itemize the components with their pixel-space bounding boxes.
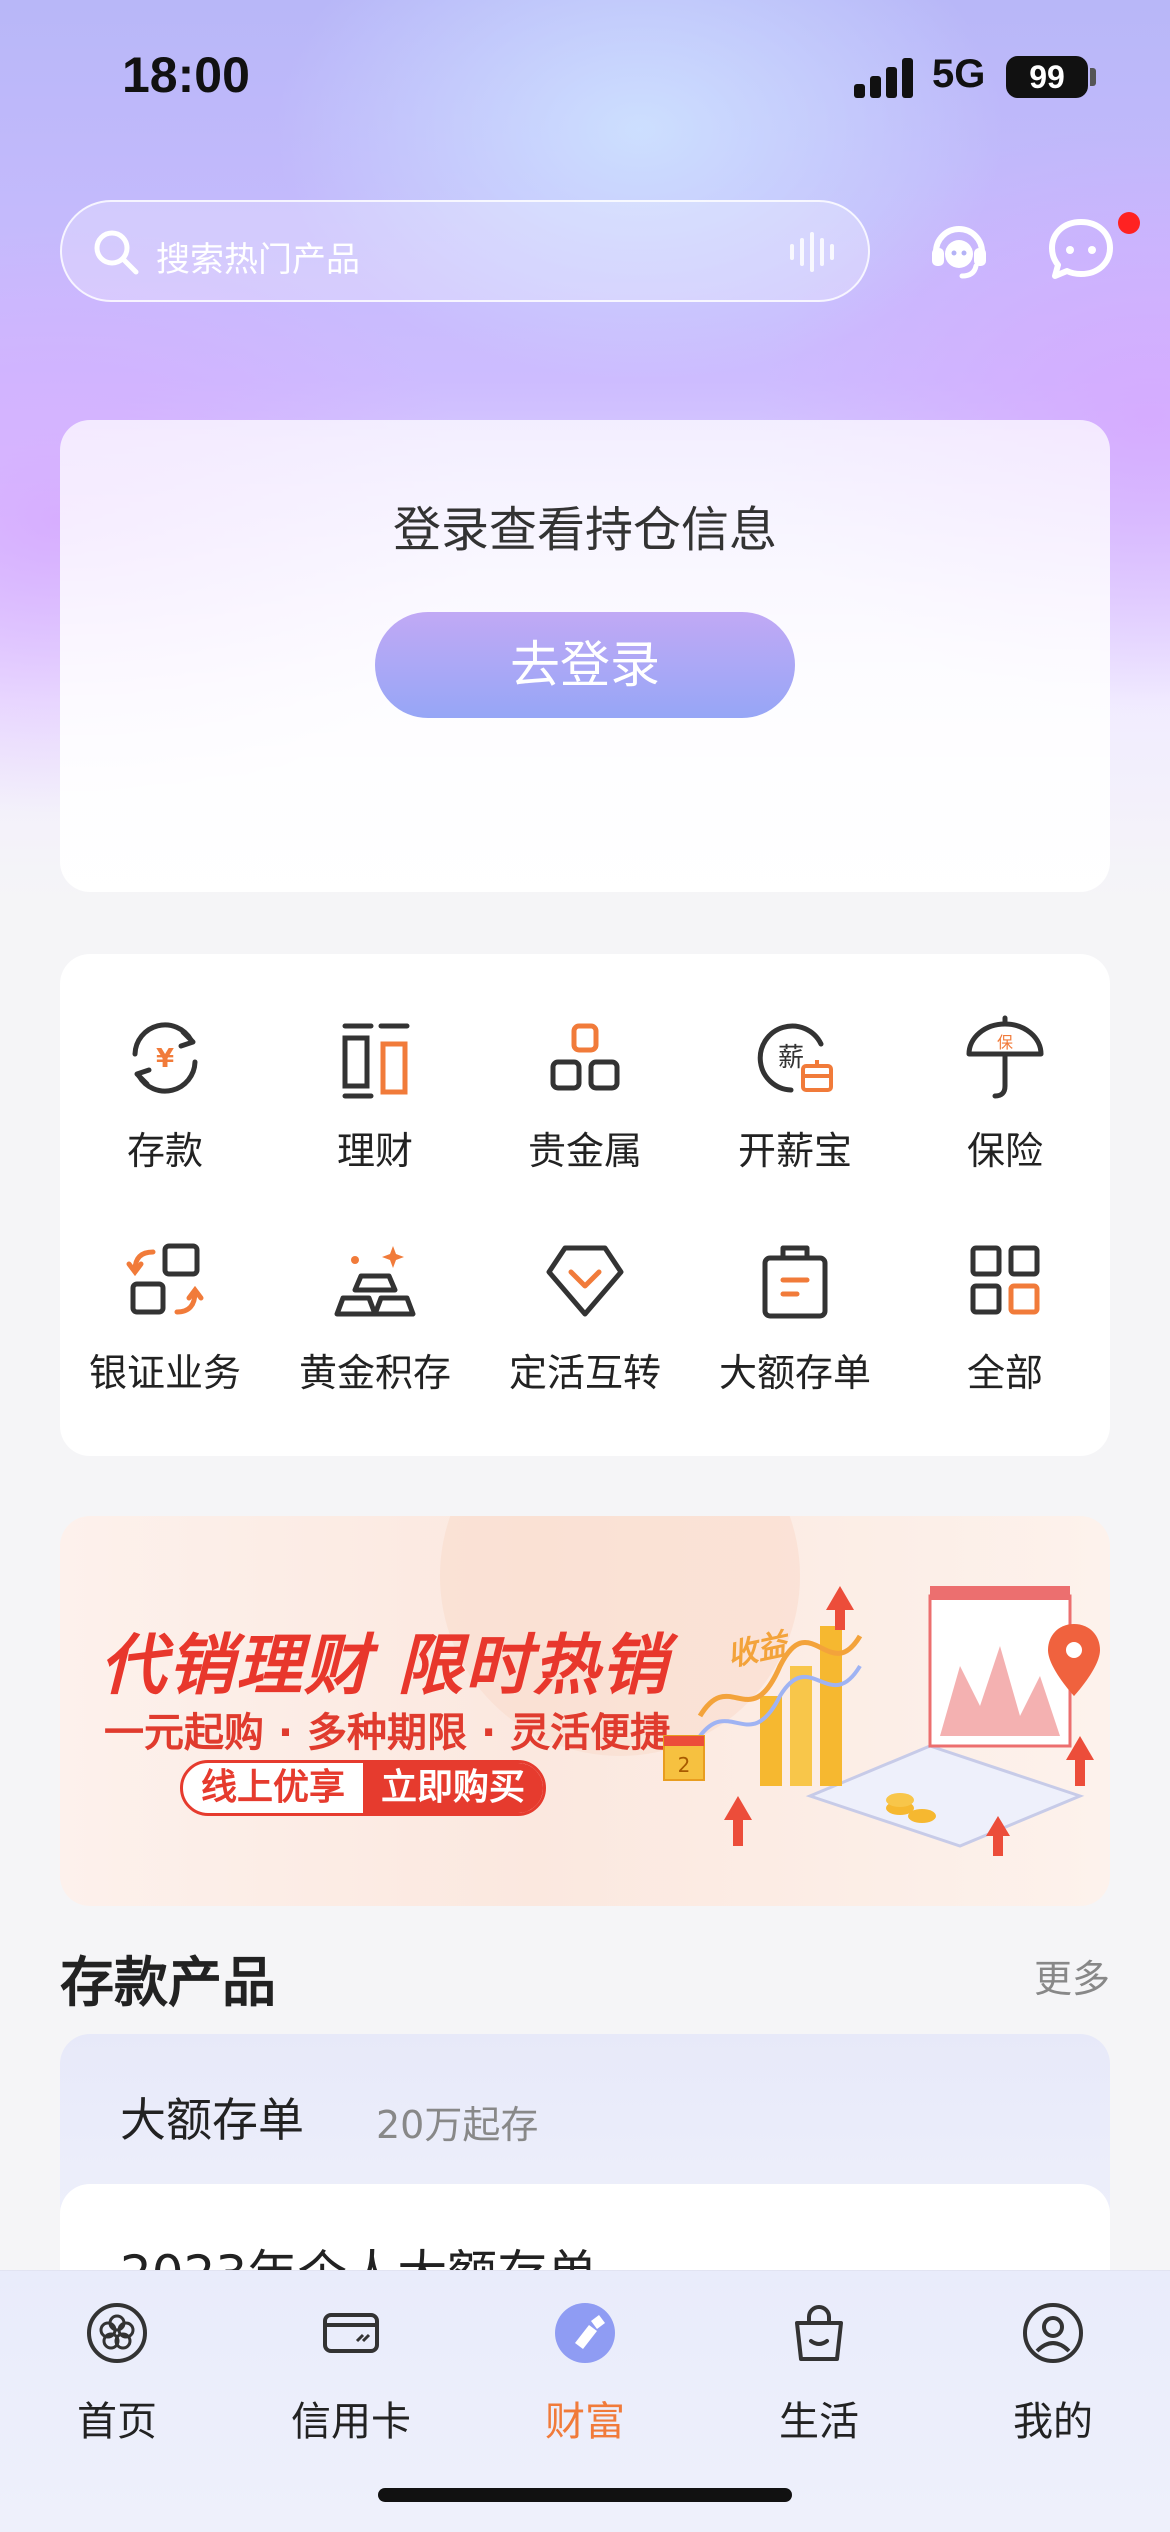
deposit-yuan-icon: ¥ — [132, 1022, 198, 1094]
customer-service-icon[interactable] — [924, 214, 994, 284]
menu-label: 开薪宝 — [737, 1129, 852, 1173]
menu-item-deposit[interactable]: ¥ 存款 — [60, 954, 270, 1173]
banner-subtitle: 一元起购 · 多种期限 · 灵活便捷 — [104, 1710, 671, 1756]
menu-item-salary-treasure[interactable]: 薪 开薪宝 — [690, 954, 900, 1173]
wealth-page: 18:00 5G 99 搜索热门产品 登录查看持仓信息 去登录 ¥ 存款 理财 … — [0, 0, 1170, 2532]
menu-label: 贵金属 — [527, 1129, 642, 1173]
menu-item-gold-savings[interactable]: 黄金积存 — [270, 1176, 480, 1395]
tab-label: 首页 — [77, 2399, 157, 2445]
precious-metal-icon — [550, 1023, 620, 1091]
more-link[interactable]: 更多 — [1034, 1948, 1110, 2003]
product-minimum-amount: 20万起存 — [376, 2103, 539, 2147]
banner-cta[interactable]: 线上优享 立即购买 — [180, 1760, 547, 1816]
menu-label: 银证业务 — [88, 1351, 241, 1395]
section-title: 存款产品 — [60, 1951, 276, 2014]
bank-securities-icon — [126, 1243, 204, 1315]
wealth-icon — [555, 2303, 615, 2363]
menu-label: 理财 — [336, 1129, 413, 1173]
home-indicator[interactable] — [378, 2488, 792, 2502]
wealth-bars-icon — [342, 1023, 410, 1099]
menu-item-insurance[interactable]: 保 保险 — [900, 954, 1110, 1173]
large-deposit-icon — [762, 1245, 828, 1319]
tab-label: 我的 — [1013, 2399, 1093, 2445]
tab-life[interactable]: 生活 — [702, 2301, 936, 2461]
all-grid-icon — [970, 1245, 1040, 1315]
battery-cap — [1090, 68, 1096, 86]
menu-label: 保险 — [966, 1129, 1043, 1173]
banner-tag-online: 线上优享 — [201, 1767, 346, 1808]
battery-icon: 99 — [1006, 56, 1088, 98]
voice-input-icon[interactable] — [788, 232, 840, 272]
menu-item-precious-metal[interactable]: 贵金属 — [480, 954, 690, 1173]
fixed-current-transfer-icon — [546, 1245, 624, 1317]
menu-item-fixed-current-transfer[interactable]: 定活互转 — [480, 1176, 690, 1395]
message-icon[interactable] — [1046, 214, 1116, 284]
promo-banner[interactable]: 代销理财 限时热销 一元起购 · 多种期限 · 灵活便捷 线上优享 立即购买 2… — [60, 1516, 1110, 1906]
login-card: 登录查看持仓信息 去登录 — [60, 420, 1110, 892]
user-profile-icon — [1023, 2303, 1083, 2363]
search-placeholder: 搜索热门产品 — [156, 240, 360, 280]
salary-treasure-icon: 薪 — [757, 1023, 833, 1093]
status-bar: 18:00 5G 99 — [0, 0, 1170, 150]
tab-label: 财富 — [545, 2399, 625, 2445]
tab-label: 信用卡 — [291, 2399, 411, 2445]
menu-item-all[interactable]: 全部 — [900, 1176, 1110, 1395]
svg-text:¥: ¥ — [156, 1044, 174, 1074]
tab-credit-card[interactable]: 信用卡 — [234, 2301, 468, 2461]
menu-item-large-deposit[interactable]: 大额存单 — [690, 1176, 900, 1395]
status-time: 18:00 — [122, 47, 250, 103]
credit-card-icon — [323, 2313, 379, 2353]
banner-yield-label: 收益 — [724, 1626, 794, 1674]
finance-growth-illustration: 2 收益 — [663, 1586, 1100, 1856]
menu-label: 全部 — [966, 1351, 1043, 1395]
search-icon — [94, 230, 139, 275]
network-type: 5G — [932, 52, 986, 96]
menu-item-bank-securities[interactable]: 银证业务 — [60, 1176, 270, 1395]
menu-label: 定活互转 — [508, 1351, 661, 1395]
tab-home[interactable]: 首页 — [0, 2301, 234, 2461]
shopping-bag-icon — [795, 2305, 843, 2361]
insurance-umbrella-icon: 保 — [966, 1015, 1044, 1099]
tab-label: 生活 — [779, 2399, 859, 2445]
menu-label: 大额存单 — [718, 1351, 871, 1395]
svg-text:薪: 薪 — [778, 1043, 804, 1073]
cellular-signal-icon — [854, 58, 916, 98]
product-category-name: 大额存单 — [120, 2093, 304, 2147]
menu-label: 存款 — [126, 1129, 203, 1173]
menu-item-wealth[interactable]: 理财 — [270, 954, 480, 1173]
login-button[interactable]: 去登录 — [375, 612, 795, 718]
buy-now-button[interactable]: 立即购买 — [363, 1763, 544, 1813]
notification-badge — [1118, 212, 1140, 234]
quick-menu-grid: ¥ 存款 理财 贵金属 薪 开薪宝 保 保险 银证业务 黄金积存 定活互转 大额… — [60, 954, 1110, 1456]
gold-savings-icon — [334, 1246, 416, 1317]
login-prompt-title: 登录查看持仓信息 — [392, 502, 777, 558]
svg-text:保: 保 — [997, 1033, 1013, 1052]
tab-wealth[interactable]: 财富 — [468, 2301, 702, 2461]
menu-label: 黄金积存 — [298, 1351, 451, 1395]
tab-mine[interactable]: 我的 — [936, 2301, 1170, 2461]
home-flower-icon — [87, 2303, 147, 2363]
search-input[interactable]: 搜索热门产品 — [60, 200, 870, 302]
calendar-date: 2 — [678, 1753, 691, 1777]
banner-title: 代销理财 限时热销 — [100, 1627, 669, 1704]
